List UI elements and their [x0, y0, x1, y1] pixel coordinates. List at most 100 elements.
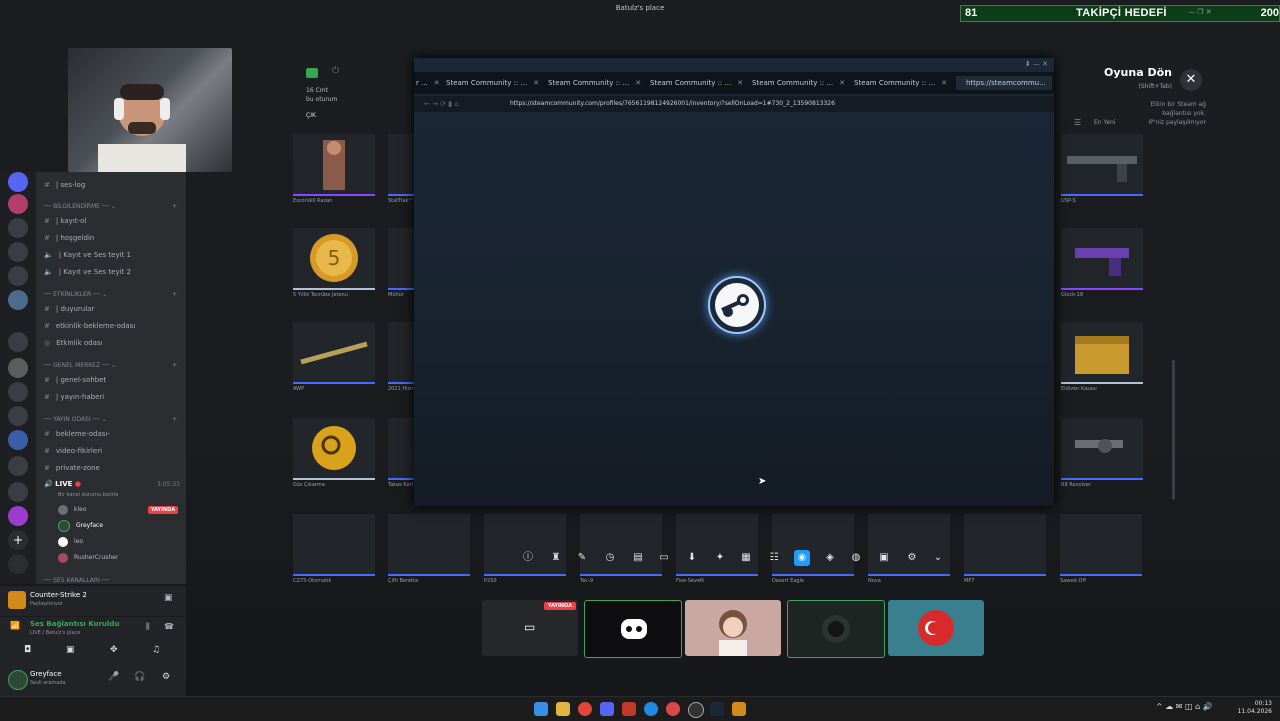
info-icon[interactable]: ⓘ [520, 550, 536, 566]
sort-dropdown[interactable]: En Yeni [1094, 119, 1116, 126]
inventory-item[interactable] [1061, 322, 1143, 384]
screenshot-icon[interactable]: ▦ [738, 550, 754, 566]
browser-tab[interactable]: Steam Community :: ... ✕ [854, 76, 947, 90]
server-icon[interactable] [8, 506, 28, 526]
channel-private-zone[interactable]: # private-zone [44, 461, 100, 475]
server-icon[interactable] [8, 218, 28, 238]
inventory-scrollbar[interactable] [1172, 360, 1175, 500]
voice-member[interactable]: Greyface [58, 519, 103, 533]
inventory-item[interactable] [388, 134, 414, 196]
inventory-item[interactable] [964, 514, 1046, 576]
inventory-item[interactable] [1060, 514, 1142, 576]
settings-icon[interactable]: ⚙ [904, 550, 920, 566]
inventory-item[interactable] [1061, 418, 1143, 480]
channel-ses-log[interactable]: # | ses-log [44, 178, 85, 192]
browser-tab-active[interactable]: https://steamcommu... [956, 76, 1052, 90]
controller-icon[interactable]: ◈ [822, 550, 838, 566]
stream-tile-flag[interactable] [888, 600, 984, 656]
taskbar-clock[interactable]: 00:13 11.04.2026 [1238, 700, 1272, 716]
close-overlay-button[interactable]: ✕ [1180, 69, 1202, 91]
achievements-icon[interactable]: ♜ [548, 550, 564, 566]
inventory-item[interactable] [293, 134, 375, 196]
browser-tab[interactable]: Steam Community :: ... ✕ [650, 76, 743, 90]
avatar[interactable] [8, 670, 28, 690]
url-text[interactable]: https://steamcommunity.com/profiles/7656… [510, 98, 835, 110]
inventory-item[interactable] [388, 418, 414, 480]
category-genel-merkez[interactable]: ── GENEL MERKEZ ── ⌄ + [44, 360, 177, 372]
browser-tab[interactable]: Steam Community :: ... ✕ [548, 76, 641, 90]
file-explorer-icon[interactable] [556, 702, 570, 716]
channel-kayit-ol[interactable]: # | kayıt-ol [44, 214, 86, 228]
browser-tab[interactable]: r ... ✕ [416, 76, 440, 90]
notes-icon[interactable]: ▤ [630, 550, 646, 566]
channel-kayit-ses-1[interactable]: 🔈 | Kayıt ve Ses teyit 1 [44, 248, 131, 262]
globe-icon[interactable]: ◍ [848, 550, 864, 566]
start-icon[interactable] [534, 702, 548, 716]
discover-icon[interactable] [8, 554, 28, 574]
browser-nav-icons[interactable]: ← → ⟳ ▮ ⌂ [424, 98, 459, 110]
obs-icon[interactable] [688, 702, 704, 718]
microphone-icon[interactable]: 🎤 [108, 672, 119, 682]
voice-member[interactable]: RusherCrusher [58, 551, 118, 565]
exit-button[interactable]: ÇIK [306, 112, 316, 119]
channel-yayin-haberi[interactable]: # | yayın-haberi [44, 390, 104, 404]
category-yayin-odasi[interactable]: ── YAYIN ODASI ── ⌄ + [44, 414, 177, 426]
share-screen-icon[interactable]: ▣ [164, 593, 173, 603]
recording-icon[interactable]: ▣ [876, 550, 892, 566]
stream-tile-avatar[interactable] [685, 600, 781, 656]
channel-hosgeldin[interactable]: # | hoşgeldin [44, 231, 94, 245]
collapse-icon[interactable]: ⌄ [930, 550, 946, 566]
chrome-icon[interactable] [578, 702, 592, 716]
stream-tile-user[interactable] [787, 600, 885, 658]
server-icon[interactable] [8, 406, 28, 426]
inventory-item[interactable] [293, 514, 375, 576]
category-bilgilendirme[interactable]: ── BİLGİLENDİRME ── ⌄ + [44, 201, 177, 213]
clock-icon[interactable]: ◷ [602, 550, 618, 566]
noise-icon[interactable]: ⫼ [146, 622, 150, 632]
pencil-icon[interactable]: ✎ [574, 550, 590, 566]
chat-icon[interactable]: ▭ [656, 550, 672, 566]
window-controls[interactable]: — ❐ ✕ [1188, 8, 1212, 16]
edge-icon[interactable] [644, 702, 658, 716]
browser-tab[interactable]: Steam Community :: ... ✕ [446, 76, 539, 90]
return-to-game[interactable]: Oyuna Dön (Shift+Tab) [1100, 66, 1172, 90]
stream-tile-discord[interactable] [584, 600, 682, 658]
inventory-item[interactable] [388, 514, 470, 576]
filter-icon[interactable]: ☰ [1074, 118, 1081, 127]
channel-duyurular[interactable]: # | duyurular [44, 302, 94, 316]
inventory-item[interactable]: 5 [293, 228, 375, 290]
steam-icon[interactable] [710, 702, 724, 716]
server-icon[interactable] [8, 358, 28, 378]
server-icon[interactable] [8, 456, 28, 476]
stream-tile-screen[interactable]: YAYINDA ▭ [482, 600, 578, 656]
system-tray-icons[interactable]: ^ ☁ ✉ ◫ ⌂ 🔊 [1156, 702, 1213, 711]
voice-member[interactable]: kleo [58, 503, 87, 517]
wrench-icon[interactable]: ✦ [712, 550, 728, 566]
inventory-item[interactable] [1061, 228, 1143, 290]
signal-icon[interactable]: 📶 [10, 621, 20, 630]
inventory-item[interactable] [293, 418, 375, 480]
friends-icon[interactable]: ☷ [766, 550, 782, 566]
camera-icon[interactable]: ◘ [24, 645, 31, 655]
inventory-item[interactable] [388, 322, 414, 384]
inventory-item[interactable] [1061, 134, 1143, 196]
channel-etkinlik-odasi[interactable]: ◎ Etkinlik odası [44, 336, 103, 350]
browser-tab[interactable]: Steam Community :: ... ✕ [752, 76, 845, 90]
browser-icon[interactable]: ◉ [794, 550, 810, 566]
add-server-icon[interactable]: + [8, 530, 28, 550]
activities-icon[interactable]: ✥ [110, 645, 118, 655]
channel-video-fikirleri[interactable]: # video-fikirleri [44, 444, 102, 458]
server-icon[interactable] [8, 172, 28, 192]
server-icon[interactable] [8, 290, 28, 310]
screen-share-icon[interactable]: ▣ [66, 645, 75, 655]
inventory-item[interactable] [388, 228, 414, 290]
game-icon[interactable] [732, 702, 746, 716]
power-icon[interactable]: ⏻ [332, 66, 339, 76]
server-icon[interactable] [8, 482, 28, 502]
server-icon[interactable] [8, 194, 28, 214]
server-icon[interactable] [8, 332, 28, 352]
settings-icon[interactable]: ⚙ [162, 672, 170, 682]
channel-bekleme-odasi[interactable]: # bekleme-odası- [44, 427, 110, 441]
voice-channel-live[interactable]: 🔊 LIVE ● 3:05:33 Bir kanal durumu belirl… [40, 480, 182, 504]
category-etkinlikler[interactable]: ── ETKİNLİKLER ── ⌄ + [44, 289, 177, 301]
